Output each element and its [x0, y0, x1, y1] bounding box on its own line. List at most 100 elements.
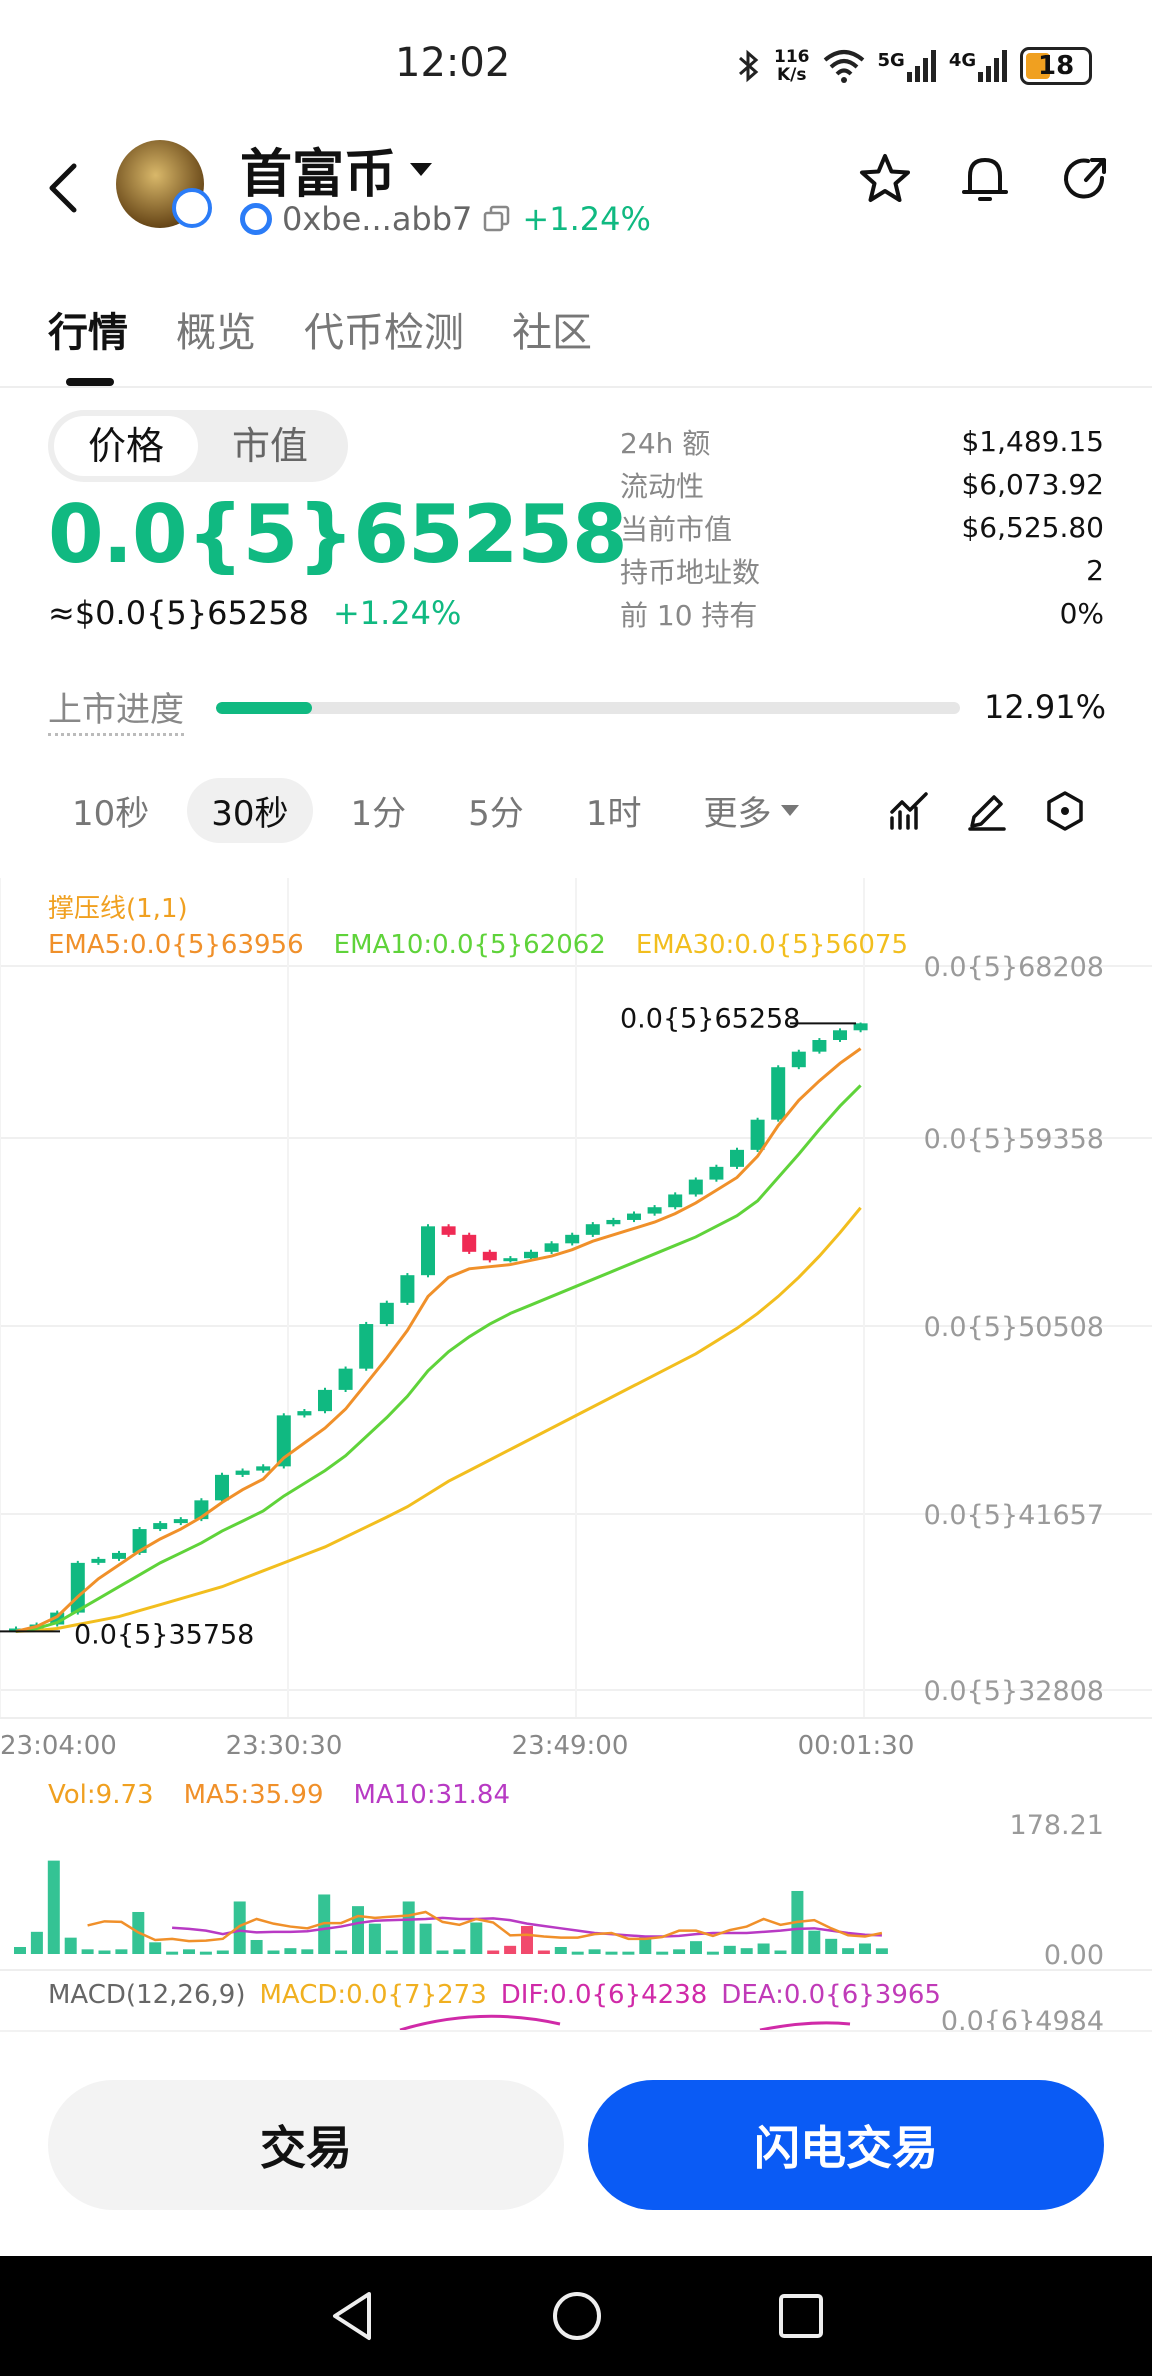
candle-up — [400, 1275, 415, 1303]
volume-bar — [166, 1951, 179, 1955]
x-tick-label: 23:30:30 — [226, 1731, 343, 1761]
header-actions — [858, 152, 1112, 206]
candle-up — [153, 1523, 168, 1530]
volume-bar — [402, 1901, 415, 1954]
candle-up — [668, 1194, 683, 1208]
candle-up — [70, 1562, 85, 1613]
candle-down — [441, 1226, 456, 1235]
interval-1h[interactable]: 1时 — [562, 778, 666, 843]
draw-pen-icon[interactable] — [966, 790, 1008, 832]
macd-value: MACD:0.0{7}273 — [259, 1980, 487, 2010]
wifi-icon — [823, 50, 864, 83]
candle-up — [791, 1051, 806, 1068]
interval-1m[interactable]: 1分 — [327, 778, 431, 843]
back-arrow-icon[interactable] — [44, 158, 84, 218]
volume-bar — [605, 1951, 618, 1955]
candle-up — [524, 1251, 538, 1259]
copy-icon[interactable] — [482, 204, 512, 234]
interval-10s[interactable]: 10秒 — [48, 778, 173, 843]
toggle-price[interactable]: 价格 — [54, 416, 198, 476]
tab-market[interactable]: 行情 — [48, 300, 128, 386]
dea-value: DEA:0.0{6}3965 — [721, 1980, 941, 2010]
volume-bar — [723, 1945, 736, 1954]
candle-down — [462, 1234, 477, 1252]
volume-bar — [470, 1922, 483, 1954]
interval-5m[interactable]: 5分 — [444, 778, 548, 843]
coin-name: 首富币 — [240, 145, 397, 205]
macd-legend: MACD(12,26,9) MACD:0.0{7}273 DIF:0.0{6}4… — [48, 1980, 941, 2010]
tab-community[interactable]: 社区 — [512, 300, 592, 358]
tab-token-check[interactable]: 代币检测 — [304, 300, 464, 358]
nav-home-icon[interactable] — [551, 2290, 603, 2342]
toggle-market-cap[interactable]: 市值 — [198, 416, 342, 476]
interval-selector: 10秒 30秒 1分 5分 1时 更多 — [48, 778, 823, 843]
candle-down — [482, 1251, 497, 1261]
header-change: +1.24% — [522, 200, 651, 238]
settings-hex-icon[interactable] — [1044, 790, 1086, 832]
listing-progress-label[interactable]: 上市进度 — [48, 682, 184, 736]
volume-bar — [183, 1949, 195, 1954]
volume-bar — [774, 1950, 787, 1954]
ema5-label: EMA5:0.0{5}63956 — [48, 930, 304, 960]
volume-bar — [47, 1860, 60, 1954]
star-icon[interactable] — [858, 152, 912, 206]
volume-bar — [825, 1938, 838, 1954]
nav-recents-icon[interactable] — [777, 2292, 825, 2340]
volume-bar — [436, 1950, 449, 1954]
stat-row: 流动性 $6,073.92 — [620, 468, 1104, 503]
coin-selector[interactable]: 首富币 — [240, 132, 433, 207]
volume-bar — [385, 1950, 398, 1954]
status-icons: 116 K/s 5G 4G 18 — [736, 44, 1093, 88]
volume-bar — [740, 1948, 753, 1954]
trade-button[interactable]: 交易 — [48, 2080, 564, 2210]
volume-bar — [588, 1949, 601, 1954]
share-icon[interactable] — [1058, 152, 1112, 206]
candle-up — [338, 1368, 353, 1390]
tab-overview[interactable]: 概览 — [176, 300, 256, 358]
candle-up — [359, 1324, 374, 1369]
ema30-label: EMA30:0.0{5}56075 — [635, 930, 909, 960]
candle-up — [853, 1023, 868, 1031]
stat-row: 前 10 持有 0% — [620, 597, 1104, 632]
indicator-icon[interactable] — [888, 790, 930, 832]
volume-bar — [622, 1951, 635, 1955]
candle-up — [235, 1470, 250, 1475]
volume-bar — [98, 1950, 111, 1954]
price-chart[interactable]: 0.0{5}68208 0.0{5}59358 0.0{5}50508 0.0{5}4… — [0, 878, 1152, 2030]
volume-bar — [81, 1949, 94, 1954]
chain-icon — [240, 203, 272, 235]
listing-progress-value: 12.91% — [984, 688, 1107, 726]
stat-row: 当前市值 $6,525.80 — [620, 511, 1104, 546]
nav-back-icon[interactable] — [327, 2288, 377, 2344]
candle-up — [565, 1234, 580, 1244]
chain-badge-icon — [172, 188, 212, 228]
bluetooth-icon — [739, 49, 759, 83]
chart-canvas: 0.0{5}68208 0.0{5}59358 0.0{5}50508 0.0{5}4… — [0, 878, 1152, 2030]
interval-30s[interactable]: 30秒 — [187, 778, 313, 843]
signal-4g: 4G — [949, 50, 1008, 82]
volume-bar — [216, 1950, 229, 1954]
volume-bar — [199, 1951, 212, 1955]
candle-up — [256, 1466, 271, 1471]
flash-trade-button[interactable]: 闪电交易 — [588, 2080, 1104, 2210]
volume-bar — [571, 1951, 584, 1955]
usd-price-row: ≈$0.0{5}65258 +1.24% — [48, 594, 461, 632]
y-tick-label: 0.0{5}59358 — [924, 1124, 1104, 1155]
candle-up — [833, 1030, 847, 1041]
interval-more-label: 更多 — [703, 794, 772, 834]
candle-up — [585, 1224, 600, 1235]
vol-ma5-label: MA5:35.99 — [183, 1780, 324, 1810]
price-mode-toggle: 价格 市值 — [48, 410, 348, 482]
current-price: 0.0{5}65258 — [48, 488, 628, 581]
price-change: +1.24% — [332, 594, 462, 632]
volume-bar — [149, 1942, 162, 1954]
candle-up — [318, 1389, 332, 1412]
system-nav-bar — [0, 2256, 1152, 2376]
vol-ma10-label: MA10:31.84 — [353, 1780, 511, 1810]
ema10-label: EMA10:0.0{5}62062 — [333, 930, 606, 960]
candle-up — [215, 1474, 229, 1501]
interval-more[interactable]: 更多 — [679, 778, 823, 843]
volume-bar — [757, 1943, 770, 1954]
ema-legend: EMA5:0.0{5}63956 EMA10:0.0{5}62062 EMA30… — [48, 930, 908, 960]
bell-icon[interactable] — [958, 152, 1012, 206]
